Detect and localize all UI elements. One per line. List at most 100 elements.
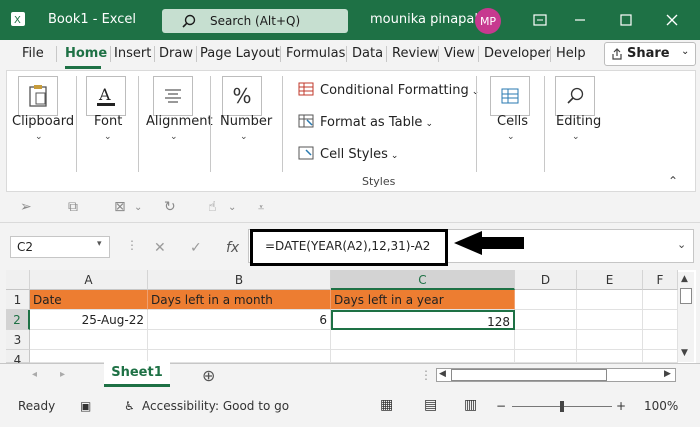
row-header-3[interactable]: 3 bbox=[6, 330, 30, 350]
percent-icon[interactable]: % bbox=[222, 76, 262, 116]
scroll-left-icon[interactable]: ◀ bbox=[439, 369, 446, 379]
send-icon[interactable]: ➢ bbox=[20, 199, 32, 215]
touch-icon[interactable]: ☝ bbox=[208, 199, 217, 215]
macro-recording-icon[interactable]: ▣ bbox=[80, 399, 91, 413]
tab-page-layout[interactable]: Page Layout bbox=[200, 46, 280, 61]
cell-c1[interactable]: Days left in a year bbox=[331, 290, 515, 310]
editing-search-icon[interactable] bbox=[555, 76, 595, 116]
column-header-c[interactable]: C bbox=[331, 270, 515, 290]
cell-c2[interactable]: 128 bbox=[331, 310, 515, 330]
scroll-up-icon[interactable]: ▲ bbox=[681, 274, 688, 284]
conditional-formatting-button[interactable]: Conditional Formatting⌄ bbox=[298, 82, 479, 98]
cell-c3[interactable] bbox=[331, 330, 515, 350]
number-label[interactable]: Number bbox=[220, 114, 272, 129]
accessibility-icon[interactable]: ♿ bbox=[124, 399, 135, 413]
cell-b3[interactable] bbox=[148, 330, 331, 350]
clipboard-icon[interactable] bbox=[18, 76, 58, 116]
row-header-4[interactable]: 4 bbox=[6, 350, 30, 367]
shapes-icon[interactable]: ⧉ bbox=[68, 199, 78, 215]
cell-f1[interactable] bbox=[643, 290, 678, 310]
column-header-a[interactable]: A bbox=[30, 270, 148, 290]
tab-view[interactable]: View bbox=[444, 46, 475, 61]
alignment-icon[interactable] bbox=[153, 76, 193, 116]
previous-sheet-icon[interactable]: ◂ bbox=[32, 369, 37, 380]
zoom-out-icon[interactable]: − bbox=[496, 399, 506, 413]
tab-review[interactable]: Review bbox=[392, 46, 438, 61]
customize-toolbar-icon[interactable]: ⩡ bbox=[258, 201, 264, 215]
column-header-f[interactable]: F bbox=[643, 270, 678, 290]
tab-data[interactable]: Data bbox=[352, 46, 383, 61]
row-header-2[interactable]: 2 bbox=[6, 310, 30, 330]
vertical-scroll-thumb[interactable] bbox=[680, 288, 692, 304]
cell-b1[interactable]: Days left in a month bbox=[148, 290, 331, 310]
tab-file[interactable]: File bbox=[22, 46, 44, 61]
cancel-icon[interactable]: ✕ bbox=[154, 240, 166, 256]
zoom-level[interactable]: 100% bbox=[644, 399, 678, 413]
cell-e2[interactable] bbox=[577, 310, 643, 330]
zoom-slider-thumb[interactable] bbox=[560, 401, 564, 412]
close-icon[interactable] bbox=[658, 8, 686, 32]
select-all-corner[interactable] bbox=[6, 270, 30, 290]
column-header-d[interactable]: D bbox=[515, 270, 577, 290]
scroll-right-icon[interactable]: ▶ bbox=[664, 369, 671, 379]
cell-e3[interactable] bbox=[577, 330, 643, 350]
maximize-icon[interactable] bbox=[612, 8, 640, 32]
name-box[interactable]: C2 ▾ bbox=[10, 236, 110, 258]
scroll-down-icon[interactable]: ▼ bbox=[681, 348, 688, 358]
tab-developer[interactable]: Developer bbox=[484, 46, 551, 61]
cell-a2[interactable]: 25-Aug-22 bbox=[30, 310, 148, 330]
zoom-in-icon[interactable]: + bbox=[616, 399, 626, 413]
cell-a3[interactable] bbox=[30, 330, 148, 350]
tab-home[interactable]: Home bbox=[65, 46, 107, 61]
font-icon[interactable]: A bbox=[86, 76, 126, 116]
cell-d2[interactable] bbox=[515, 310, 577, 330]
cell-c4[interactable] bbox=[331, 350, 515, 363]
format-as-table-button[interactable]: Format as Table ⌄ bbox=[298, 114, 433, 130]
vertical-scrollbar[interactable]: ▲ ▼ bbox=[678, 272, 694, 362]
cell-d1[interactable] bbox=[515, 290, 577, 310]
cell-f4[interactable] bbox=[643, 350, 678, 363]
ribbon-display-options-icon[interactable] bbox=[526, 8, 554, 32]
sheet-tab-sheet1[interactable]: Sheet1 bbox=[104, 361, 170, 387]
collapse-ribbon-icon[interactable]: ⌃ bbox=[668, 174, 678, 188]
column-header-b[interactable]: B bbox=[148, 270, 331, 290]
minimize-icon[interactable] bbox=[566, 8, 594, 32]
expand-formula-bar-icon[interactable]: ⌄ bbox=[677, 238, 686, 251]
column-header-e[interactable]: E bbox=[577, 270, 643, 290]
cell-a1[interactable]: Date bbox=[30, 290, 148, 310]
cell-b4[interactable] bbox=[148, 350, 331, 363]
share-button[interactable]: Share ⌄ bbox=[604, 42, 696, 66]
cells-icon[interactable] bbox=[490, 76, 530, 116]
page-layout-view-icon[interactable]: ▤ bbox=[424, 397, 437, 413]
tab-insert[interactable]: Insert bbox=[114, 46, 151, 61]
enter-icon[interactable]: ✓ bbox=[190, 240, 202, 256]
cell-e1[interactable] bbox=[577, 290, 643, 310]
image-icon[interactable]: ⊠ bbox=[114, 199, 126, 215]
cell-d4[interactable] bbox=[515, 350, 577, 363]
avatar[interactable]: MP bbox=[475, 8, 501, 34]
cell-b2[interactable]: 6 bbox=[148, 310, 331, 330]
add-sheet-icon[interactable]: ⊕ bbox=[202, 366, 215, 385]
insert-function-icon[interactable]: fx bbox=[226, 240, 239, 256]
normal-view-icon[interactable]: ▦ bbox=[380, 397, 393, 413]
search-box[interactable]: Search (Alt+Q) bbox=[162, 9, 348, 33]
horizontal-scroll-thumb[interactable] bbox=[451, 369, 607, 381]
font-label[interactable]: Font bbox=[94, 114, 122, 129]
tab-draw[interactable]: Draw bbox=[159, 46, 193, 61]
row-header-1[interactable]: 1 bbox=[6, 290, 30, 310]
page-break-preview-icon[interactable]: ▥ bbox=[464, 397, 477, 413]
accessibility-status[interactable]: Accessibility: Good to go bbox=[142, 399, 289, 413]
cells-label[interactable]: Cells bbox=[497, 114, 528, 129]
editing-label[interactable]: Editing bbox=[556, 114, 601, 129]
formula-highlight-box[interactable]: =DATE(YEAR(A2),12,31)-A2 bbox=[250, 229, 448, 266]
cell-styles-button[interactable]: Cell Styles ⌄ bbox=[298, 146, 398, 162]
next-sheet-icon[interactable]: ▸ bbox=[60, 369, 65, 380]
cell-f3[interactable] bbox=[643, 330, 678, 350]
cell-f2[interactable] bbox=[643, 310, 678, 330]
alignment-label[interactable]: Alignment bbox=[146, 114, 213, 129]
tab-formulas[interactable]: Formulas bbox=[286, 46, 345, 61]
tab-help[interactable]: Help bbox=[556, 46, 586, 61]
clipboard-label[interactable]: Clipboard bbox=[12, 114, 74, 129]
cell-d3[interactable] bbox=[515, 330, 577, 350]
redo-icon[interactable]: ↻ bbox=[164, 199, 176, 215]
